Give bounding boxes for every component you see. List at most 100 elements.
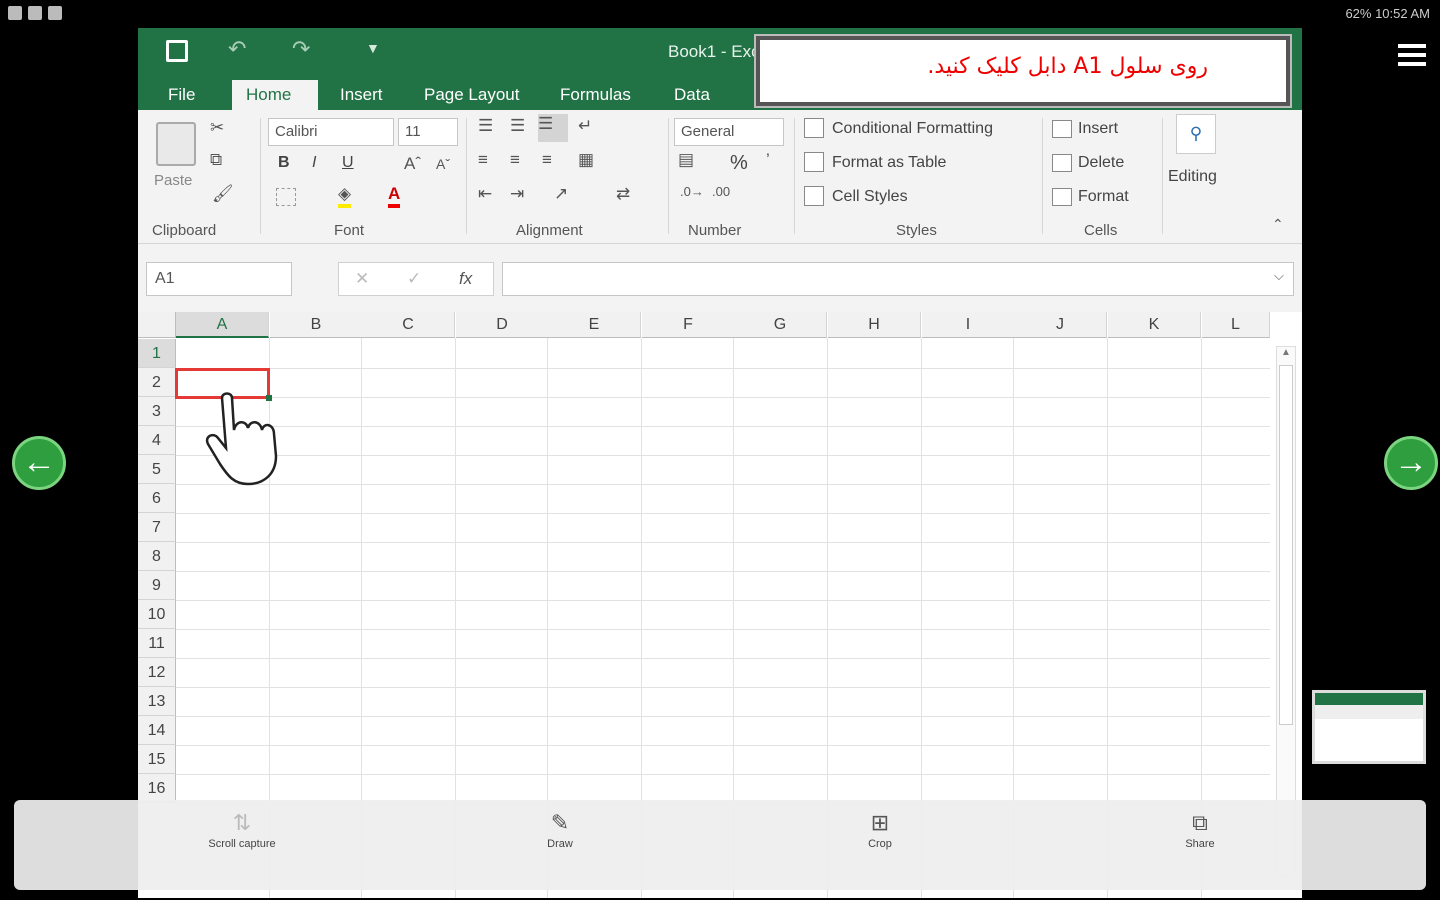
column-header-l[interactable]: L: [1202, 312, 1270, 338]
column-header-a[interactable]: A: [176, 312, 269, 338]
font-color-icon[interactable]: A: [388, 184, 401, 208]
insert-cells-button[interactable]: Insert: [1078, 120, 1118, 138]
formula-input[interactable]: [502, 262, 1294, 296]
row-header-2[interactable]: 2: [138, 368, 176, 397]
paste-label[interactable]: Paste: [154, 172, 192, 189]
select-all-corner[interactable]: [138, 312, 176, 338]
cancel-icon[interactable]: ✕: [355, 269, 369, 289]
percent-button[interactable]: %: [730, 152, 748, 175]
decrease-font-icon[interactable]: Aˇ: [436, 156, 450, 172]
fill-color-icon[interactable]: ◈: [338, 184, 352, 208]
bold-button[interactable]: B: [278, 154, 290, 172]
middle-align-icon[interactable]: ☰: [510, 116, 525, 136]
enter-icon[interactable]: ✓: [407, 269, 421, 289]
decrease-indent-icon[interactable]: ⇤: [478, 184, 492, 204]
cell-styles-icon[interactable]: [804, 186, 824, 206]
draw-button[interactable]: ✎ Draw: [534, 810, 586, 850]
crop-button[interactable]: ⊞ Crop: [854, 810, 906, 850]
save-icon[interactable]: [166, 40, 188, 62]
row-header-15[interactable]: 15: [138, 745, 176, 774]
redo-icon[interactable]: ↷: [292, 36, 310, 62]
menu-icon[interactable]: [1398, 44, 1426, 66]
tab-formulas[interactable]: Formulas: [546, 80, 645, 110]
format-cells-button[interactable]: Format: [1078, 188, 1129, 206]
tab-file[interactable]: File: [154, 80, 209, 110]
bottom-align-icon[interactable]: ☰: [538, 114, 568, 142]
column-header-d[interactable]: D: [456, 312, 549, 338]
row-header-6[interactable]: 6: [138, 484, 176, 513]
top-align-icon[interactable]: ☰: [478, 116, 493, 136]
increase-decimal-icon[interactable]: .0→: [680, 184, 704, 199]
merge-center-icon[interactable]: ▦: [578, 150, 594, 170]
insert-cells-icon[interactable]: [1052, 120, 1072, 138]
text-direction-icon[interactable]: ⇄: [616, 184, 630, 204]
scroll-up-icon[interactable]: ▲: [1277, 347, 1295, 363]
name-box[interactable]: A1: [146, 262, 292, 296]
row-header-8[interactable]: 8: [138, 542, 176, 571]
row-header-4[interactable]: 4: [138, 426, 176, 455]
tab-insert[interactable]: Insert: [326, 80, 397, 110]
row-header-12[interactable]: 12: [138, 658, 176, 687]
increase-indent-icon[interactable]: ⇥: [510, 184, 524, 204]
format-painter-icon[interactable]: 🖌: [212, 184, 234, 204]
align-center-icon[interactable]: ≡: [510, 150, 520, 170]
scroll-capture-button[interactable]: ⇅ Scroll capture: [200, 810, 284, 850]
expand-formula-icon[interactable]: ⌵: [1274, 268, 1284, 284]
row-header-7[interactable]: 7: [138, 513, 176, 542]
row-header-11[interactable]: 11: [138, 629, 176, 658]
row-header-13[interactable]: 13: [138, 687, 176, 716]
format-as-table-icon[interactable]: [804, 152, 824, 172]
borders-icon[interactable]: [276, 188, 296, 206]
italic-button[interactable]: I: [312, 154, 316, 172]
row-header-3[interactable]: 3: [138, 397, 176, 426]
customize-toolbar-icon[interactable]: ▼: [366, 40, 380, 56]
column-header-i[interactable]: I: [922, 312, 1015, 338]
cut-icon[interactable]: ✂: [210, 118, 224, 138]
editing-button[interactable]: Editing: [1168, 168, 1217, 186]
column-header-f[interactable]: F: [642, 312, 735, 338]
increase-font-icon[interactable]: Aˆ: [404, 154, 421, 174]
font-name-box[interactable]: Calibri: [268, 118, 394, 146]
tab-data[interactable]: Data: [660, 80, 724, 110]
vertical-scrollbar[interactable]: ▲: [1276, 346, 1296, 876]
delete-cells-button[interactable]: Delete: [1078, 154, 1124, 172]
number-format-box[interactable]: General: [674, 118, 784, 146]
comma-style-icon[interactable]: ’: [766, 150, 770, 170]
copy-icon[interactable]: ⧉: [210, 150, 222, 170]
paste-icon[interactable]: [156, 122, 196, 166]
share-button[interactable]: ⧉ Share: [1174, 810, 1226, 850]
scroll-thumb[interactable]: [1279, 365, 1293, 725]
row-header-14[interactable]: 14: [138, 716, 176, 745]
column-header-e[interactable]: E: [548, 312, 641, 338]
wrap-text-icon[interactable]: ↵: [578, 116, 592, 136]
column-header-g[interactable]: G: [734, 312, 827, 338]
column-header-h[interactable]: H: [828, 312, 921, 338]
align-left-icon[interactable]: ≡: [478, 150, 488, 170]
row-header-16[interactable]: 16: [138, 774, 176, 803]
column-header-j[interactable]: J: [1014, 312, 1107, 338]
row-header-9[interactable]: 9: [138, 571, 176, 600]
column-header-k[interactable]: K: [1108, 312, 1201, 338]
orientation-icon[interactable]: ↗: [554, 184, 568, 204]
collapse-ribbon-icon[interactable]: ⌃: [1272, 216, 1284, 233]
tab-page-layout[interactable]: Page Layout: [410, 80, 533, 110]
delete-cells-icon[interactable]: [1052, 154, 1072, 172]
undo-icon[interactable]: ↶: [228, 36, 246, 62]
column-header-b[interactable]: B: [270, 312, 363, 338]
align-right-icon[interactable]: ≡: [542, 150, 552, 170]
insert-function-icon[interactable]: fx: [459, 269, 472, 289]
conditional-formatting-button[interactable]: Conditional Formatting: [832, 120, 993, 138]
previous-arrow-icon[interactable]: ←: [12, 436, 66, 490]
next-arrow-icon[interactable]: →: [1384, 436, 1438, 490]
underline-button[interactable]: U: [342, 154, 354, 172]
format-as-table-button[interactable]: Format as Table: [832, 154, 946, 172]
row-header-1[interactable]: 1: [138, 339, 176, 368]
format-cells-icon[interactable]: [1052, 188, 1072, 206]
conditional-formatting-icon[interactable]: [804, 118, 824, 138]
tab-home[interactable]: Home: [232, 80, 318, 110]
column-header-c[interactable]: C: [362, 312, 455, 338]
decrease-decimal-icon[interactable]: .00: [712, 184, 730, 199]
slide-thumbnail[interactable]: [1312, 690, 1426, 764]
row-header-10[interactable]: 10: [138, 600, 176, 629]
accounting-format-icon[interactable]: ▤: [678, 150, 694, 170]
